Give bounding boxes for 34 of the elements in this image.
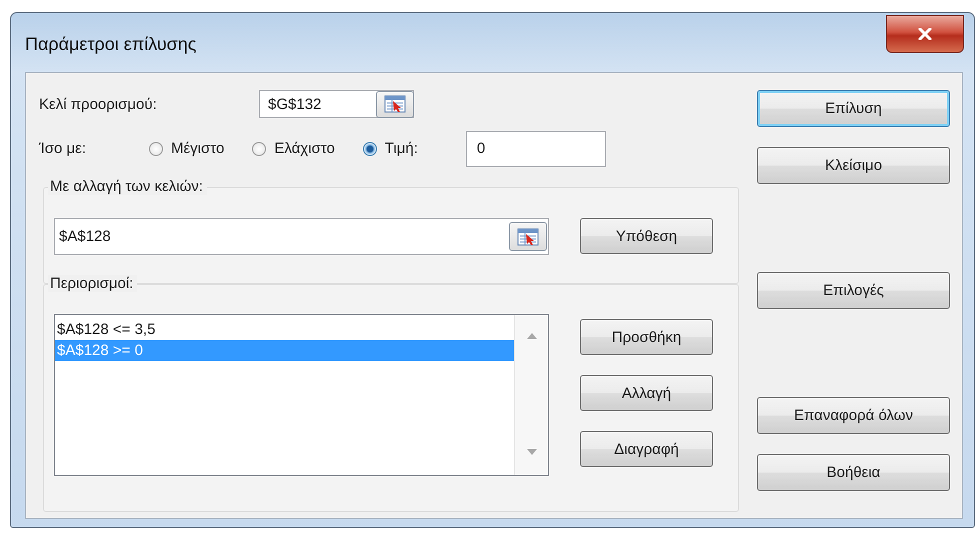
scroll-down-icon[interactable] [526,449,536,455]
constraint-button[interactable]: Προσθήκη [580,319,713,355]
range-select-icon [384,95,406,113]
range-select-button[interactable] [509,222,547,251]
value-field[interactable]: 0 [466,130,606,166]
dialog-button[interactable]: Επαναφορά όλων [757,397,950,434]
radio-button[interactable] [362,142,377,156]
radio-button[interactable] [149,142,163,156]
constraint-button[interactable]: Διαγραφή [580,431,713,467]
field-label: Ίσο με: [39,140,88,157]
dialog-button[interactable]: Βοήθεια [757,454,950,491]
group-label: Περιορισμοί: [48,275,138,292]
guess-button[interactable]: Υπόθεση [580,218,713,254]
radio-label: Μέγιστο [171,140,224,157]
window-title: Παράμετροι επίλυσης [25,34,196,55]
constraint-button[interactable]: Αλλαγή [580,375,713,411]
scrollbar[interactable] [514,315,548,475]
target-cell-field[interactable]: $G$132 [259,90,414,118]
field-label: Κελί προορισμού: [39,96,158,112]
dialog-button[interactable]: Κλείσιμο [757,147,950,184]
group-label: Με αλλαγή των κελιών: [48,178,207,195]
constraints-list[interactable]: $A$128 <= 3,5 $A$128 >= 0 [54,314,549,476]
list-item[interactable]: $A$128 <= 3,5 [55,319,514,340]
scroll-up-icon[interactable] [526,333,536,339]
changing-cells-field[interactable]: $A$128 [54,218,549,255]
range-select-icon [517,228,539,246]
dialog-button[interactable]: Επιλογές [757,272,950,309]
close-icon [918,28,932,40]
radio-button[interactable] [252,142,266,156]
dialog-button[interactable]: Επίλυση [757,90,950,127]
close-button[interactable] [886,15,964,53]
radio-label: Τιμή: [384,140,418,157]
radio-label: Ελάχιστο [274,140,335,157]
range-select-button[interactable] [376,90,414,118]
